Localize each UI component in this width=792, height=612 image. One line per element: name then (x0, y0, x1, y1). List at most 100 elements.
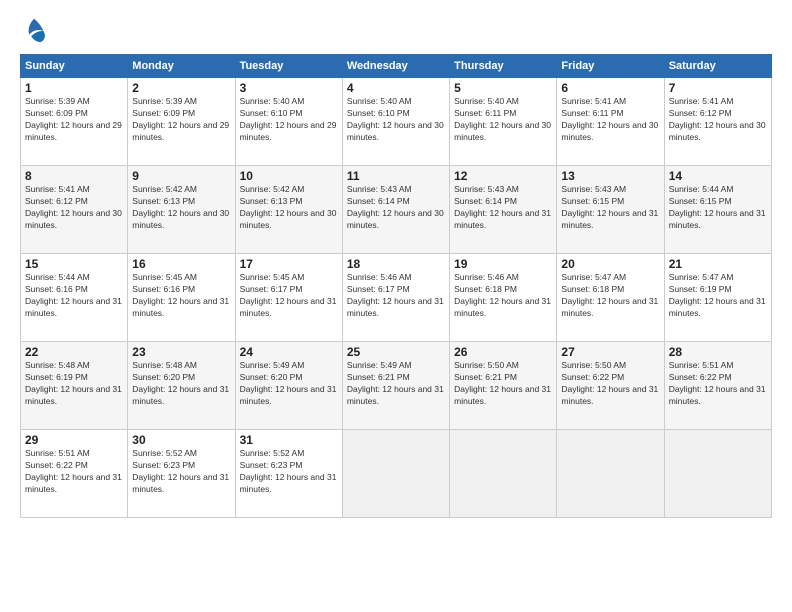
day-number: 8 (25, 169, 123, 183)
day-info: Sunrise: 5:47 AM Sunset: 6:18 PM Dayligh… (561, 272, 659, 320)
page: SundayMondayTuesdayWednesdayThursdayFrid… (0, 0, 792, 612)
day-info: Sunrise: 5:52 AM Sunset: 6:23 PM Dayligh… (240, 448, 338, 496)
day-info: Sunrise: 5:41 AM Sunset: 6:11 PM Dayligh… (561, 96, 659, 144)
day-info: Sunrise: 5:46 AM Sunset: 6:17 PM Dayligh… (347, 272, 445, 320)
day-header: Monday (128, 55, 235, 78)
calendar-cell: 9 Sunrise: 5:42 AM Sunset: 6:13 PM Dayli… (128, 166, 235, 254)
calendar-cell (342, 430, 449, 518)
day-number: 14 (669, 169, 767, 183)
day-info: Sunrise: 5:45 AM Sunset: 6:16 PM Dayligh… (132, 272, 230, 320)
day-number: 29 (25, 433, 123, 447)
day-info: Sunrise: 5:42 AM Sunset: 6:13 PM Dayligh… (240, 184, 338, 232)
day-number: 4 (347, 81, 445, 95)
week-row: 8 Sunrise: 5:41 AM Sunset: 6:12 PM Dayli… (21, 166, 772, 254)
day-info: Sunrise: 5:40 AM Sunset: 6:10 PM Dayligh… (347, 96, 445, 144)
day-info: Sunrise: 5:44 AM Sunset: 6:16 PM Dayligh… (25, 272, 123, 320)
calendar-cell: 7 Sunrise: 5:41 AM Sunset: 6:12 PM Dayli… (664, 78, 771, 166)
day-number: 28 (669, 345, 767, 359)
calendar-cell: 27 Sunrise: 5:50 AM Sunset: 6:22 PM Dayl… (557, 342, 664, 430)
day-header: Wednesday (342, 55, 449, 78)
day-number: 13 (561, 169, 659, 183)
day-number: 16 (132, 257, 230, 271)
day-number: 12 (454, 169, 552, 183)
calendar-cell: 20 Sunrise: 5:47 AM Sunset: 6:18 PM Dayl… (557, 254, 664, 342)
calendar-cell: 16 Sunrise: 5:45 AM Sunset: 6:16 PM Dayl… (128, 254, 235, 342)
day-number: 30 (132, 433, 230, 447)
day-info: Sunrise: 5:44 AM Sunset: 6:15 PM Dayligh… (669, 184, 767, 232)
header-row: SundayMondayTuesdayWednesdayThursdayFrid… (21, 55, 772, 78)
day-number: 26 (454, 345, 552, 359)
week-row: 29 Sunrise: 5:51 AM Sunset: 6:22 PM Dayl… (21, 430, 772, 518)
calendar-cell: 25 Sunrise: 5:49 AM Sunset: 6:21 PM Dayl… (342, 342, 449, 430)
week-row: 15 Sunrise: 5:44 AM Sunset: 6:16 PM Dayl… (21, 254, 772, 342)
week-row: 22 Sunrise: 5:48 AM Sunset: 6:19 PM Dayl… (21, 342, 772, 430)
calendar-cell: 3 Sunrise: 5:40 AM Sunset: 6:10 PM Dayli… (235, 78, 342, 166)
day-header: Friday (557, 55, 664, 78)
day-number: 2 (132, 81, 230, 95)
day-info: Sunrise: 5:43 AM Sunset: 6:14 PM Dayligh… (454, 184, 552, 232)
day-info: Sunrise: 5:41 AM Sunset: 6:12 PM Dayligh… (669, 96, 767, 144)
day-info: Sunrise: 5:46 AM Sunset: 6:18 PM Dayligh… (454, 272, 552, 320)
logo (20, 16, 52, 44)
day-info: Sunrise: 5:48 AM Sunset: 6:20 PM Dayligh… (132, 360, 230, 408)
day-info: Sunrise: 5:50 AM Sunset: 6:21 PM Dayligh… (454, 360, 552, 408)
calendar-cell: 6 Sunrise: 5:41 AM Sunset: 6:11 PM Dayli… (557, 78, 664, 166)
calendar-cell: 21 Sunrise: 5:47 AM Sunset: 6:19 PM Dayl… (664, 254, 771, 342)
day-info: Sunrise: 5:47 AM Sunset: 6:19 PM Dayligh… (669, 272, 767, 320)
day-number: 5 (454, 81, 552, 95)
calendar-cell: 14 Sunrise: 5:44 AM Sunset: 6:15 PM Dayl… (664, 166, 771, 254)
calendar-cell: 12 Sunrise: 5:43 AM Sunset: 6:14 PM Dayl… (450, 166, 557, 254)
calendar-table: SundayMondayTuesdayWednesdayThursdayFrid… (20, 54, 772, 518)
day-info: Sunrise: 5:39 AM Sunset: 6:09 PM Dayligh… (25, 96, 123, 144)
day-info: Sunrise: 5:51 AM Sunset: 6:22 PM Dayligh… (25, 448, 123, 496)
day-number: 18 (347, 257, 445, 271)
day-info: Sunrise: 5:49 AM Sunset: 6:20 PM Dayligh… (240, 360, 338, 408)
day-number: 22 (25, 345, 123, 359)
header (20, 16, 772, 44)
calendar-cell: 23 Sunrise: 5:48 AM Sunset: 6:20 PM Dayl… (128, 342, 235, 430)
day-info: Sunrise: 5:41 AM Sunset: 6:12 PM Dayligh… (25, 184, 123, 232)
day-header: Sunday (21, 55, 128, 78)
calendar-cell: 2 Sunrise: 5:39 AM Sunset: 6:09 PM Dayli… (128, 78, 235, 166)
week-row: 1 Sunrise: 5:39 AM Sunset: 6:09 PM Dayli… (21, 78, 772, 166)
calendar-cell: 5 Sunrise: 5:40 AM Sunset: 6:11 PM Dayli… (450, 78, 557, 166)
day-number: 23 (132, 345, 230, 359)
calendar-cell: 18 Sunrise: 5:46 AM Sunset: 6:17 PM Dayl… (342, 254, 449, 342)
calendar-cell (450, 430, 557, 518)
day-info: Sunrise: 5:45 AM Sunset: 6:17 PM Dayligh… (240, 272, 338, 320)
day-number: 11 (347, 169, 445, 183)
day-info: Sunrise: 5:39 AM Sunset: 6:09 PM Dayligh… (132, 96, 230, 144)
day-info: Sunrise: 5:52 AM Sunset: 6:23 PM Dayligh… (132, 448, 230, 496)
calendar-cell: 24 Sunrise: 5:49 AM Sunset: 6:20 PM Dayl… (235, 342, 342, 430)
day-info: Sunrise: 5:48 AM Sunset: 6:19 PM Dayligh… (25, 360, 123, 408)
day-info: Sunrise: 5:40 AM Sunset: 6:11 PM Dayligh… (454, 96, 552, 144)
calendar-cell: 29 Sunrise: 5:51 AM Sunset: 6:22 PM Dayl… (21, 430, 128, 518)
calendar-cell: 10 Sunrise: 5:42 AM Sunset: 6:13 PM Dayl… (235, 166, 342, 254)
day-number: 10 (240, 169, 338, 183)
calendar-cell: 22 Sunrise: 5:48 AM Sunset: 6:19 PM Dayl… (21, 342, 128, 430)
calendar-cell: 31 Sunrise: 5:52 AM Sunset: 6:23 PM Dayl… (235, 430, 342, 518)
calendar-cell: 26 Sunrise: 5:50 AM Sunset: 6:21 PM Dayl… (450, 342, 557, 430)
day-info: Sunrise: 5:51 AM Sunset: 6:22 PM Dayligh… (669, 360, 767, 408)
day-number: 7 (669, 81, 767, 95)
day-number: 21 (669, 257, 767, 271)
day-number: 19 (454, 257, 552, 271)
calendar-cell: 8 Sunrise: 5:41 AM Sunset: 6:12 PM Dayli… (21, 166, 128, 254)
day-info: Sunrise: 5:49 AM Sunset: 6:21 PM Dayligh… (347, 360, 445, 408)
day-header: Tuesday (235, 55, 342, 78)
calendar-cell: 13 Sunrise: 5:43 AM Sunset: 6:15 PM Dayl… (557, 166, 664, 254)
day-header: Saturday (664, 55, 771, 78)
calendar-cell: 19 Sunrise: 5:46 AM Sunset: 6:18 PM Dayl… (450, 254, 557, 342)
calendar-cell (557, 430, 664, 518)
calendar-cell: 4 Sunrise: 5:40 AM Sunset: 6:10 PM Dayli… (342, 78, 449, 166)
day-info: Sunrise: 5:40 AM Sunset: 6:10 PM Dayligh… (240, 96, 338, 144)
day-header: Thursday (450, 55, 557, 78)
day-number: 27 (561, 345, 659, 359)
day-number: 15 (25, 257, 123, 271)
calendar-cell: 1 Sunrise: 5:39 AM Sunset: 6:09 PM Dayli… (21, 78, 128, 166)
calendar-cell: 30 Sunrise: 5:52 AM Sunset: 6:23 PM Dayl… (128, 430, 235, 518)
day-info: Sunrise: 5:50 AM Sunset: 6:22 PM Dayligh… (561, 360, 659, 408)
day-number: 24 (240, 345, 338, 359)
day-number: 9 (132, 169, 230, 183)
day-info: Sunrise: 5:43 AM Sunset: 6:15 PM Dayligh… (561, 184, 659, 232)
